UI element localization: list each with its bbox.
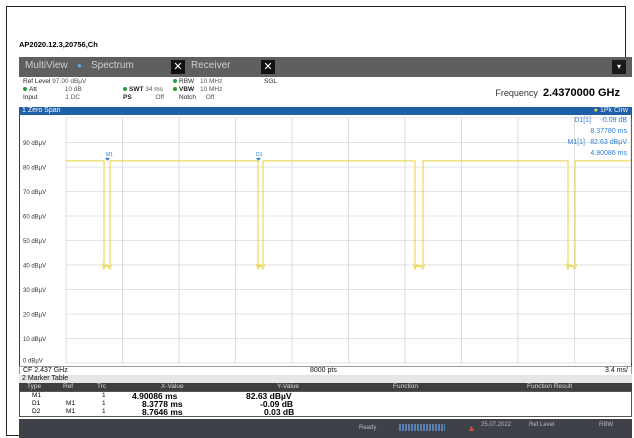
trace-label: ● 1Pk Clrw [593, 107, 628, 114]
y-tick-label: 50 dBµV [23, 239, 46, 245]
trace-dot-icon: ● [593, 107, 599, 114]
marker-d1-label: D1[1] [574, 117, 591, 124]
y-tick-label: 80 dBµV [23, 166, 46, 172]
marker-d1-tag: D1 [256, 152, 263, 158]
sweep-time[interactable]: SWT 34 ms [123, 86, 163, 93]
marker-m1-value: 82.63 dBµV [590, 139, 627, 146]
rbw[interactable]: RBW 10 MHz [173, 78, 222, 85]
plot-footer: CF 2.437 GHz 8000 pts 3.4 ms/ [19, 366, 632, 374]
tab-spectrum[interactable]: Spectrum [91, 60, 134, 71]
analyzer-window: MultiView ● Spectrum ✕ Receiver ✕ ▾ Ref … [19, 57, 632, 438]
close-receiver-icon[interactable]: ✕ [261, 60, 275, 74]
progress-bar [399, 424, 445, 431]
col-y-value: Y-Value [277, 383, 300, 390]
status-bar: Ready ▲ 25.07.2022 Ref Level RBW [19, 419, 632, 438]
footer-points: 8000 pts [310, 367, 337, 374]
menu-icon[interactable]: ▾ [612, 60, 626, 74]
y-tick-label: 20 dBµV [23, 313, 46, 319]
vbw-indicator-icon [173, 87, 177, 92]
attenuation[interactable]: Att 10 dB [23, 86, 82, 93]
marker-d1-value: -0.09 dB [600, 117, 627, 124]
col-function: Function [393, 383, 418, 390]
marker-d1-time: 8.37780 ms [590, 128, 627, 135]
close-spectrum-icon[interactable]: ✕ [171, 60, 185, 74]
swt-indicator-icon [123, 87, 127, 92]
table-row[interactable]: D2 M1 1 8.7646 ms 0.03 dB [20, 408, 633, 417]
marker-table-body: M1 1 4.90086 ms 82.63 dBµV D1 M1 1 8.377… [19, 391, 632, 417]
status-ready: Ready [359, 425, 377, 431]
col-trc: Trc [97, 383, 107, 390]
col-function-result: Function Result [527, 383, 573, 390]
sweep-mode[interactable]: SGL [264, 78, 277, 85]
y-tick-label: 70 dBµV [23, 190, 46, 196]
plot-title: 1 Zero Span [22, 107, 61, 114]
marker-m1-info-label: M1[1] [567, 139, 585, 146]
col-ref: Ref [63, 383, 74, 390]
marker-table-header: 2 Marker Table [19, 375, 632, 383]
warning-icon: ▲ [467, 423, 476, 433]
input[interactable]: Input 1 DC [23, 94, 80, 101]
footer-time-div: 3.4 ms/ [605, 367, 628, 374]
tab-indicator-icon: ● [77, 61, 82, 70]
marker-table-title: 2 Marker Table [22, 375, 69, 382]
marker-m1-tag: M1 [106, 152, 113, 158]
marker-m1-time: 4.90086 ms [590, 150, 627, 157]
plot-canvas: 90 dBµV 80 dBµV 70 dBµV 60 dBµV 50 dBµV 40 dB… [23, 117, 632, 365]
col-type: Type [27, 383, 42, 390]
col-x-value: X-Value [161, 383, 184, 390]
y-tick-label: 60 dBµV [23, 215, 46, 221]
vbw[interactable]: VBW 10 MHz [173, 86, 222, 93]
plot-header: 1 Zero Span ● 1Pk Clrw [19, 107, 632, 115]
tab-receiver[interactable]: Receiver [191, 60, 230, 71]
status-ref-level[interactable]: Ref Level [529, 422, 554, 428]
table-row[interactable]: M1 1 4.90086 ms 82.63 dBµV [20, 392, 633, 401]
y-tick-label: 30 dBµV [23, 288, 46, 294]
status-date: 25.07.2022 [481, 422, 512, 428]
y-tick-label: 10 dBµV [23, 337, 46, 343]
tab-bar: MultiView ● Spectrum ✕ Receiver ✕ ▾ [19, 57, 632, 77]
y-tick-label: 40 dBµV [23, 264, 46, 270]
marker-table-columns: Type Ref Trc X-Value Y-Value Function Fu… [19, 383, 632, 391]
status-rbw[interactable]: RBW [599, 422, 613, 428]
ref-level[interactable]: Ref Level 97.00 dBµV [23, 78, 86, 85]
y-tick-label: 90 dBµV [23, 141, 46, 147]
settings-bar: Ref Level 97.00 dBµV Att 10 dB SWT 34 ms… [19, 77, 632, 107]
att-indicator-icon [23, 87, 27, 92]
rbw-indicator-icon [173, 79, 177, 84]
tab-multiview[interactable]: MultiView [25, 60, 68, 71]
center-frequency[interactable]: Frequency 2.4370000 GHz [495, 87, 620, 99]
table-row[interactable]: D1 M1 1 8.3778 ms -0.09 dB [20, 400, 633, 409]
notch[interactable]: Notch Off [179, 94, 214, 101]
footer-cf: CF 2.437 GHz [23, 367, 68, 374]
y-tick-label: 0 dBµV [23, 359, 43, 365]
marker-m1-icon [105, 157, 110, 161]
preselector[interactable]: PS Off [123, 94, 164, 101]
document-title: AP2020.12.3,20756,Ch [19, 40, 98, 49]
zero-span-plot[interactable]: 90 dBµV 80 dBµV 70 dBµV 60 dBµV 50 dBµV 40 dB… [19, 115, 632, 366]
